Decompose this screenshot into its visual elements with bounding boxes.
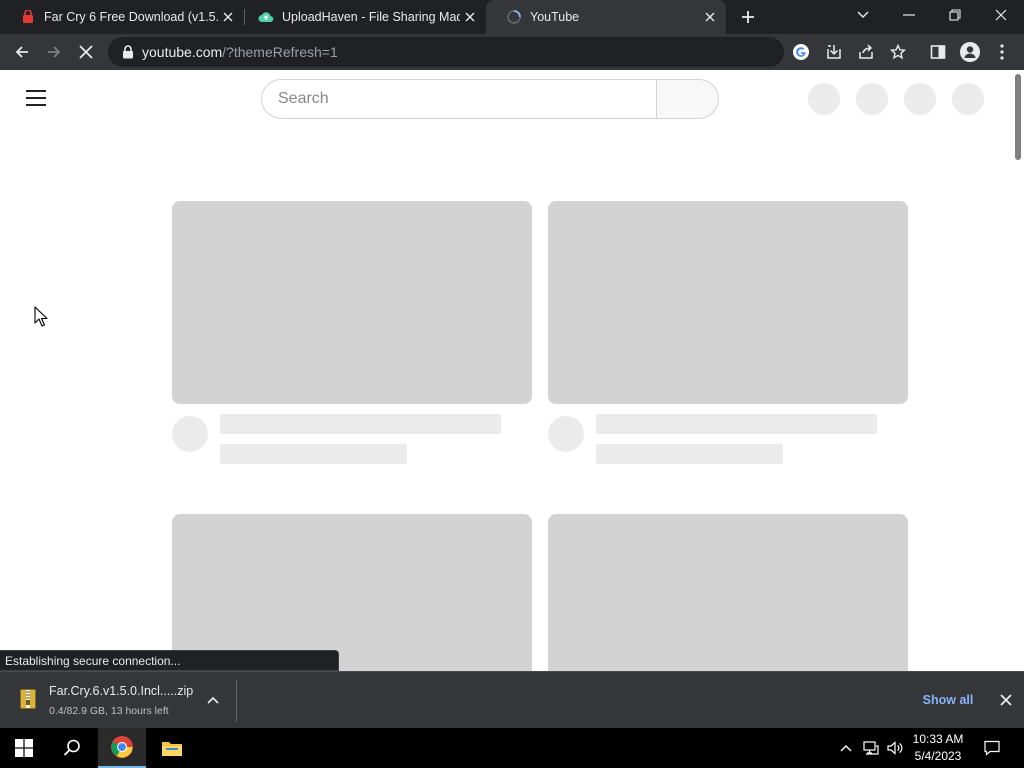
profile-button[interactable]: [956, 38, 984, 66]
back-button[interactable]: [8, 38, 36, 66]
new-tab-button[interactable]: [736, 5, 760, 29]
plus-icon: [742, 11, 754, 23]
show-hidden-icons-button[interactable]: [836, 728, 856, 768]
show-all-downloads-button[interactable]: Show all: [916, 689, 980, 711]
stop-loading-button[interactable]: [72, 38, 100, 66]
arrow-left-icon: [15, 46, 28, 58]
install-app-button[interactable]: [820, 38, 848, 66]
tab-title: YouTube: [530, 10, 580, 24]
meta-placeholder: [596, 444, 783, 464]
system-clock[interactable]: 10:33 AM 5/4/2023: [906, 731, 970, 765]
chevron-up-icon[interactable]: [203, 690, 223, 710]
folder-icon: [162, 742, 182, 756]
search-icon: [63, 739, 80, 756]
channel-avatar-placeholder: [548, 416, 584, 452]
menu-button[interactable]: [988, 38, 1016, 66]
lock-icon[interactable]: [120, 44, 136, 60]
zip-file-icon: [20, 689, 36, 709]
clock-date: 5/4/2023: [914, 749, 962, 763]
masthead-placeholder-circle: [904, 83, 936, 115]
side-panel-icon: [930, 45, 946, 59]
minimize-button[interactable]: [886, 0, 932, 30]
download-progress-text: 0.4/82.9 GB, 13 hours left: [49, 705, 169, 717]
tab-youtube[interactable]: YouTube: [486, 0, 726, 34]
browser-toolbar: youtube.com/?themeRefresh=1: [0, 34, 1024, 70]
download-separator: [236, 680, 237, 722]
share-button[interactable]: [852, 38, 880, 66]
tab-close-icon[interactable]: [460, 7, 480, 27]
tab-search-button[interactable]: [840, 0, 886, 30]
tab-uploadhaven[interactable]: UploadHaven - File Sharing Made: [238, 0, 486, 34]
taskbar-file-explorer[interactable]: [148, 728, 196, 768]
tab-strip: Far Cry 6 Free Download (v1.5.0 & Upload…: [0, 0, 1024, 34]
arrow-right-icon: [48, 46, 61, 58]
star-icon: [890, 44, 906, 60]
video-thumbnail-placeholder: [172, 514, 532, 671]
restore-button[interactable]: [932, 0, 978, 30]
download-item[interactable]: Far.Cry.6.v1.5.0.Incl.....zip 0.4/82.9 G…: [0, 672, 236, 728]
masthead-placeholder-circle: [952, 83, 984, 115]
close-window-button[interactable]: [978, 0, 1024, 30]
network-icon[interactable]: [860, 728, 882, 768]
volume-icon[interactable]: [884, 728, 906, 768]
scrollbar-thumb[interactable]: [1015, 74, 1021, 160]
chevron-down-icon: [857, 11, 869, 18]
url-text[interactable]: youtube.com/?themeRefresh=1: [142, 44, 338, 60]
share-icon: [859, 44, 873, 59]
forward-button[interactable]: [40, 38, 68, 66]
video-thumbnail-placeholder: [548, 514, 908, 671]
title-placeholder: [220, 414, 501, 434]
red-download-icon: [20, 9, 36, 25]
windows-logo-icon: [15, 739, 33, 757]
url-path: /?themeRefresh=1: [222, 44, 338, 60]
profile-icon: [960, 42, 980, 62]
mouse-cursor-icon: [34, 306, 48, 327]
uploadhaven-cloud-icon: [258, 9, 274, 25]
youtube-page: [0, 70, 1024, 671]
download-file-name: Far.Cry.6.v1.5.0.Incl.....zip: [49, 684, 194, 698]
clock-time: 10:33 AM: [912, 732, 964, 746]
address-bar[interactable]: youtube.com/?themeRefresh=1: [108, 37, 809, 67]
video-thumbnail-placeholder: [172, 201, 532, 404]
chrome-icon: [111, 736, 133, 758]
guide-menu-icon[interactable]: [26, 90, 46, 106]
masthead-placeholder-circle: [856, 83, 888, 115]
taskbar-chrome[interactable]: [98, 728, 146, 768]
install-icon: [827, 45, 841, 59]
tab-far-cry[interactable]: Far Cry 6 Free Download (v1.5.0 &: [0, 0, 244, 34]
meta-placeholder: [220, 444, 407, 464]
video-thumbnail-placeholder: [548, 201, 908, 404]
search-button[interactable]: [48, 728, 96, 768]
search-box: [261, 79, 719, 119]
download-shelf: Far.Cry.6.v1.5.0.Incl.....zip 0.4/82.9 G…: [0, 671, 1024, 728]
tab-close-icon[interactable]: [700, 7, 720, 27]
chevron-up-icon: [840, 745, 852, 752]
close-icon: [79, 45, 93, 59]
google-lens-icon[interactable]: [792, 37, 810, 67]
bookmark-button[interactable]: [884, 38, 912, 66]
status-bubble: Establishing secure connection...: [0, 650, 339, 671]
restore-icon: [949, 9, 961, 21]
close-icon: [995, 9, 1007, 21]
channel-avatar-placeholder: [172, 416, 208, 452]
close-icon[interactable]: [996, 690, 1016, 710]
search-button[interactable]: [656, 79, 719, 119]
minimize-icon: [903, 14, 915, 16]
title-placeholder: [596, 414, 877, 434]
search-input[interactable]: [261, 79, 656, 119]
masthead-placeholder-circle: [808, 83, 840, 115]
side-panel-button[interactable]: [924, 38, 952, 66]
windows-taskbar: 10:33 AM 5/4/2023: [0, 728, 1024, 768]
notification-icon: [984, 740, 1000, 756]
start-button[interactable]: [0, 728, 48, 768]
tab-close-icon[interactable]: [218, 7, 238, 27]
loading-spinner-icon: [506, 9, 522, 25]
tab-title: UploadHaven - File Sharing Made: [282, 10, 460, 24]
url-host: youtube.com: [142, 44, 223, 60]
more-vert-icon: [1000, 44, 1004, 60]
action-center-button[interactable]: [976, 728, 1008, 768]
tab-title: Far Cry 6 Free Download (v1.5.0 &: [44, 10, 218, 24]
